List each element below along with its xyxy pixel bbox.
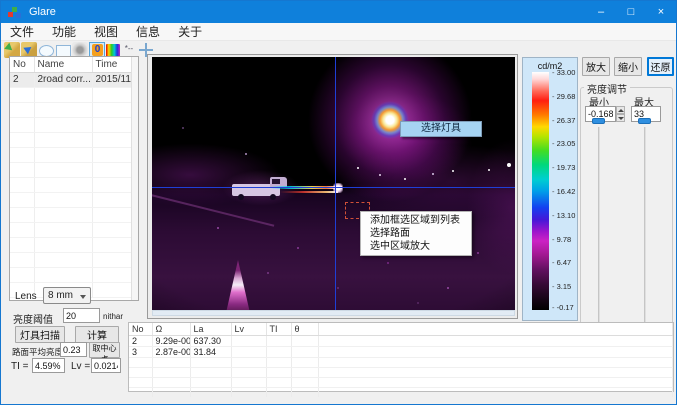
light-specks <box>357 167 359 169</box>
menu-info[interactable]: 信息 <box>127 23 169 40</box>
min-slider-handle[interactable] <box>592 118 605 124</box>
colorbar-tick: 16.42 <box>552 187 579 196</box>
menu-view[interactable]: 视图 <box>85 23 127 40</box>
result-row[interactable]: 2 9.29e-005 637.30 <box>129 335 673 346</box>
colorbar-tick: 13.10 <box>552 211 579 220</box>
file-row[interactable]: 2 2road corr... 2015/11/... <box>10 72 131 87</box>
max-slider-track[interactable] <box>644 127 646 332</box>
close-button[interactable]: × <box>646 1 676 23</box>
road-avg-label: 路面平均亮度 <box>12 346 63 358</box>
threshold-input[interactable] <box>63 308 100 323</box>
result-row[interactable]: 3 2.87e-005 31.84 <box>129 346 673 357</box>
crosshair-horizontal-line <box>152 187 515 188</box>
min-slider-track[interactable] <box>598 127 600 332</box>
title-bar: Glare – □ × <box>1 1 676 23</box>
menu-file[interactable]: 文件 <box>1 23 43 40</box>
file-col-time[interactable]: Time <box>92 57 131 72</box>
file-col-name[interactable]: Name <box>34 57 92 72</box>
file-list-panel: No Name Time 2 2road corr... 2015/11/... <box>9 56 139 301</box>
colorbar-tick: 6.47 <box>552 258 579 267</box>
calculate-button[interactable]: 计算 <box>75 326 119 343</box>
maximize-button[interactable]: □ <box>616 1 646 23</box>
menu-function[interactable]: 功能 <box>43 23 85 40</box>
colorbar-tick: 26.37 <box>552 116 579 125</box>
context-menu: 添加框选区域到列表 选择路面 选中区域放大 <box>360 211 472 256</box>
selection-rectangle[interactable] <box>345 202 370 219</box>
context-menu-select-road[interactable]: 选择路面 <box>361 227 471 240</box>
colorbar-tick: 29.68 <box>552 92 579 101</box>
menu-about[interactable]: 关于 <box>169 23 211 40</box>
file-list-scrollbar[interactable] <box>131 57 138 300</box>
result-col-theta[interactable]: θ <box>291 323 318 335</box>
image-horizontal-scrollbar[interactable] <box>152 310 515 316</box>
colorbar-gradient <box>532 72 549 310</box>
luminance-image[interactable]: 选择灯具 添加框选区域到列表 选择路面 选中区域放大 <box>152 57 515 310</box>
max-slider-handle[interactable] <box>638 118 651 124</box>
lamp-scan-button[interactable]: 灯具扫描 <box>15 326 65 343</box>
context-menu-add-region[interactable]: 添加框选区域到列表 <box>361 214 471 227</box>
result-col-la[interactable]: La <box>190 323 231 335</box>
colorbar-tick: 9.78 <box>552 235 579 244</box>
window-title: Glare <box>29 6 56 18</box>
crosshair-vertical-line <box>335 57 336 310</box>
app-window: Glare – □ × 文件 功能 视图 信息 关于 *-- No Name <box>0 0 677 405</box>
threshold-label: 亮度阈值 <box>13 311 53 326</box>
road-light-streak <box>280 191 338 193</box>
lv-value-input[interactable] <box>91 358 121 373</box>
app-icon <box>8 6 21 19</box>
ti-value-input[interactable] <box>32 358 65 373</box>
brightness-groupbox <box>580 87 673 337</box>
image-panel: 选择灯具 添加框选区域到列表 选择路面 选中区域放大 <box>147 54 518 319</box>
vanishing-point-light <box>333 183 343 193</box>
lens-label: Lens <box>15 291 37 302</box>
colorbar-tick: 23.05 <box>552 139 579 148</box>
lens-select[interactable]: 8 mm <box>43 287 91 304</box>
colorbar-tick: 3.15 <box>552 282 579 291</box>
colorbar-tick: -0.17 <box>552 303 579 312</box>
colorbar-tick: 33.00 <box>552 68 579 77</box>
road-light-streak <box>270 186 342 189</box>
truck-silhouette <box>230 174 292 202</box>
min-spin-up-icon[interactable] <box>616 106 625 114</box>
select-lamp-tooltip[interactable]: 选择灯具 <box>400 121 482 137</box>
lv-label: Lv = <box>71 361 90 372</box>
context-menu-zoom-region[interactable]: 选中区域放大 <box>361 240 471 253</box>
traffic-cone <box>224 260 252 310</box>
result-col-no[interactable]: No <box>129 323 152 335</box>
threshold-unit: nithar <box>103 312 123 321</box>
menu-bar: 文件 功能 视图 信息 关于 <box>1 23 676 41</box>
min-spin-down-icon[interactable] <box>616 114 625 122</box>
ti-label: TI = <box>11 361 29 372</box>
minimize-button[interactable]: – <box>586 1 616 23</box>
file-col-no[interactable]: No <box>10 57 34 72</box>
colorbar-tick: 19.73 <box>552 163 579 172</box>
road-avg-input[interactable] <box>60 342 87 357</box>
curb-line <box>152 193 274 226</box>
zoom-out-button[interactable]: 缩小 <box>614 57 642 76</box>
result-col-lv[interactable]: Lv <box>231 323 266 335</box>
zoom-in-button[interactable]: 放大 <box>582 57 610 76</box>
result-col-ti[interactable]: TI <box>266 323 291 335</box>
pick-center-button[interactable]: 取中心点 <box>89 342 120 358</box>
result-table-panel: No Ω La Lv TI θ 2 9.29e-005 637.30 3 2.8… <box>128 322 674 392</box>
reset-view-button[interactable]: 还原 <box>647 57 674 76</box>
result-col-omega[interactable]: Ω <box>152 323 190 335</box>
colorbar-panel: cd/m2 33.00 29.68 26.37 23.05 19.73 16.4… <box>522 57 578 321</box>
